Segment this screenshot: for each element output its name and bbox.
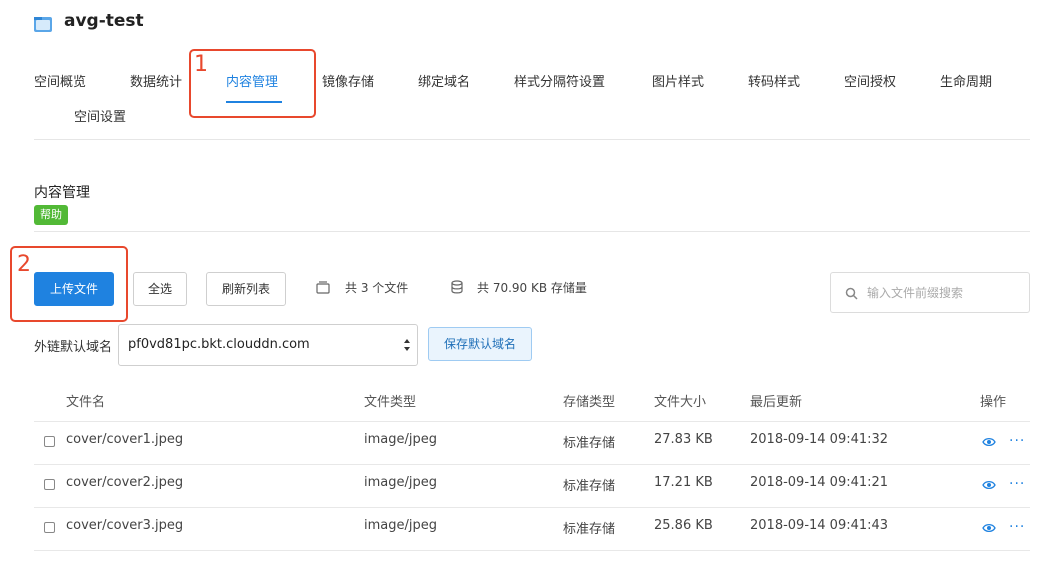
file-type: image/jpeg xyxy=(364,432,437,447)
bucket-icon xyxy=(34,17,52,32)
file-type: image/jpeg xyxy=(364,518,437,533)
annotation-number-1: 1 xyxy=(194,52,208,77)
preview-eye-icon[interactable] xyxy=(982,437,996,447)
row-checkbox[interactable] xyxy=(44,522,55,533)
file-name[interactable]: cover/cover2.jpeg xyxy=(66,475,183,490)
file-count-icon xyxy=(316,281,330,294)
tab-lifecycle[interactable]: 生命周期 xyxy=(940,71,992,90)
storage-type: 标准存储 xyxy=(563,522,616,537)
page-title: avg-test xyxy=(64,11,144,31)
row-divider xyxy=(34,550,1030,551)
tabs-divider xyxy=(34,139,1030,140)
table-header-divider xyxy=(34,421,1030,422)
annotation-number-2: 2 xyxy=(17,252,31,277)
last-updated: 2018-09-14 09:41:43 xyxy=(750,518,889,533)
file-name[interactable]: cover/cover3.jpeg xyxy=(66,518,183,533)
file-name[interactable]: cover/cover1.jpeg xyxy=(66,432,183,447)
section-title: 内容管理 xyxy=(34,185,90,201)
last-updated: 2018-09-14 09:41:21 xyxy=(750,475,889,490)
more-actions-icon[interactable]: ··· xyxy=(1009,520,1025,534)
refresh-list-button[interactable]: 刷新列表 xyxy=(206,272,286,306)
row-divider xyxy=(34,507,1030,508)
column-header-actions: 操作 xyxy=(980,395,1007,410)
column-header-storage-type[interactable]: 存储类型 xyxy=(563,391,615,410)
tab-space-authorization[interactable]: 空间授权 xyxy=(844,71,896,90)
tab-statistics[interactable]: 数据统计 xyxy=(130,71,182,90)
tab-bind-domain[interactable]: 绑定域名 xyxy=(418,71,470,90)
last-updated: 2018-09-14 09:41:32 xyxy=(750,432,889,447)
storage-type: 标准存储 xyxy=(563,479,616,494)
file-type: image/jpeg xyxy=(364,475,437,490)
file-size: 17.21 KB xyxy=(654,475,713,490)
tab-transcode-styles[interactable]: 转码样式 xyxy=(748,71,800,90)
save-default-domain-button[interactable]: 保存默认域名 xyxy=(428,327,532,361)
file-size: 25.86 KB xyxy=(654,518,713,533)
preview-eye-icon[interactable] xyxy=(982,480,996,490)
row-divider xyxy=(34,464,1030,465)
storage-icon xyxy=(451,280,463,294)
more-actions-icon[interactable]: ··· xyxy=(1009,434,1025,448)
tab-image-styles[interactable]: 图片样式 xyxy=(652,71,704,90)
row-checkbox[interactable] xyxy=(44,479,55,490)
more-actions-icon[interactable]: ··· xyxy=(1009,477,1025,491)
search-box[interactable] xyxy=(830,272,1030,313)
column-header-filetype[interactable]: 文件类型 xyxy=(364,391,416,410)
tab-space-settings[interactable]: 空间设置 xyxy=(74,106,126,125)
default-domain-value: pf0vd81pc.bkt.clouddn.com xyxy=(128,337,310,352)
annotation-box-1 xyxy=(189,49,316,118)
file-size: 27.83 KB xyxy=(654,432,713,447)
select-arrows-icon xyxy=(404,339,410,351)
default-domain-label: 外链默认域名 xyxy=(34,340,113,355)
help-badge[interactable]: 帮助 xyxy=(34,205,68,225)
row-checkbox[interactable] xyxy=(44,436,55,447)
column-header-filename[interactable]: 文件名 xyxy=(66,391,105,410)
section-divider xyxy=(34,231,1030,232)
file-count-text: 共 3 个文件 xyxy=(345,281,409,295)
search-input[interactable] xyxy=(867,283,1017,303)
column-header-last-updated[interactable]: 最后更新 xyxy=(750,391,802,410)
select-all-button[interactable]: 全选 xyxy=(133,272,187,306)
default-domain-select[interactable]: pf0vd81pc.bkt.clouddn.com xyxy=(118,324,418,366)
tab-style-separator[interactable]: 样式分隔符设置 xyxy=(514,71,605,90)
storage-usage-text: 共 70.90 KB 存储量 xyxy=(477,281,587,295)
search-icon xyxy=(845,287,858,300)
preview-eye-icon[interactable] xyxy=(982,523,996,533)
column-header-file-size[interactable]: 文件大小 xyxy=(654,391,706,410)
tab-mirror-storage[interactable]: 镜像存储 xyxy=(322,71,374,90)
tab-overview[interactable]: 空间概览 xyxy=(34,71,86,90)
upload-file-button[interactable]: 上传文件 xyxy=(34,272,114,306)
storage-type: 标准存储 xyxy=(563,436,616,451)
